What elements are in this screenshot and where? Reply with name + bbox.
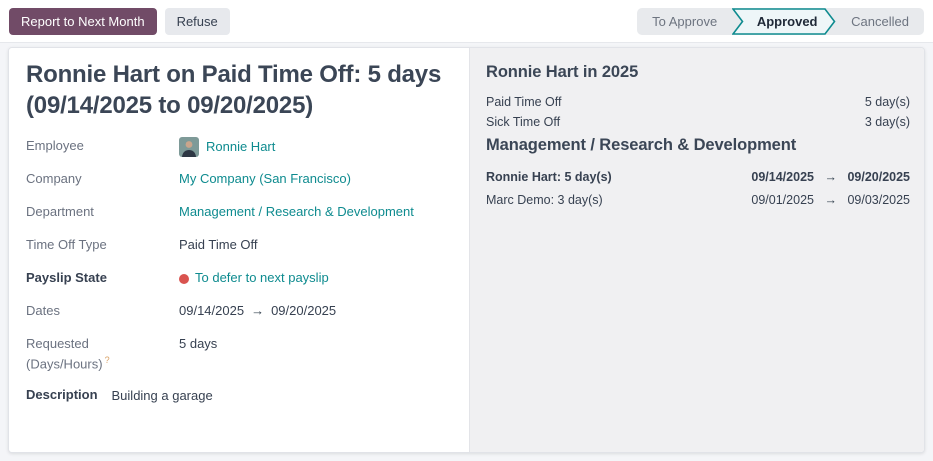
field-row-requested: Requested (Days/Hours)? 5 days [26, 335, 449, 374]
arrow-right-icon: → [251, 302, 264, 321]
employee-label: Employee [26, 137, 179, 156]
employee-link[interactable]: Ronnie Hart [206, 138, 275, 157]
time-off-type-value[interactable]: Paid Time Off [179, 236, 258, 255]
status-step-approved[interactable]: Approved [732, 8, 836, 35]
payslip-state-label: Payslip State [26, 269, 179, 288]
department-link[interactable]: Management / Research & Development [179, 203, 414, 222]
arrow-right-icon: → [824, 170, 837, 184]
allocation-value: 3 day(s) [865, 113, 910, 131]
field-row-time-off-type: Time Off Type Paid Time Off [26, 236, 449, 256]
entry-date-from: 09/01/2025 [751, 193, 814, 207]
entry-dates: 09/01/2025 → 09/03/2025 [751, 191, 910, 209]
entry-label: Ronnie Hart: 5 day(s) [486, 168, 612, 186]
statusbar: To Approve Approved Cancelled [637, 8, 924, 35]
arrow-right-icon: → [824, 193, 837, 207]
page-title: Ronnie Hart on Paid Time Off: 5 days (09… [26, 59, 449, 121]
department-entry-row: Marc Demo: 3 day(s) 09/01/2025 → 09/03/2… [486, 191, 910, 209]
field-row-company: Company My Company (San Francisco) [26, 170, 449, 190]
department-entry-row: Ronnie Hart: 5 day(s) 09/14/2025 → 09/20… [486, 168, 910, 186]
field-row-description: Description Building a garage [26, 387, 449, 407]
entry-dates: 09/14/2025 → 09/20/2025 [751, 168, 910, 186]
status-approved-label: Approved [757, 14, 818, 29]
company-label: Company [26, 170, 179, 189]
summary-title: Ronnie Hart in 2025 [486, 63, 910, 82]
description-label: Description [26, 387, 98, 402]
allocation-label: Paid Time Off [486, 93, 562, 111]
employee-avatar[interactable] [179, 137, 199, 157]
payslip-state-value[interactable]: To defer to next payslip [179, 269, 329, 288]
summary-panel: Ronnie Hart in 2025 Paid Time Off 5 day(… [469, 48, 924, 452]
status-step-cancelled[interactable]: Cancelled [836, 8, 924, 35]
status-dot-icon [179, 274, 189, 284]
requested-label-text: Requested (Days/Hours) [26, 336, 103, 371]
date-to[interactable]: 09/20/2025 [271, 302, 336, 321]
entry-date-to: 09/03/2025 [847, 193, 910, 207]
field-row-dates: Dates 09/14/2025 → 09/20/2025 [26, 302, 449, 322]
entry-date-from: 09/14/2025 [751, 170, 814, 184]
date-from[interactable]: 09/14/2025 [179, 302, 244, 321]
field-row-department: Department Management / Research & Devel… [26, 203, 449, 223]
entry-date-to: 09/20/2025 [847, 170, 910, 184]
dates-value[interactable]: 09/14/2025 → 09/20/2025 [179, 302, 336, 321]
field-row-payslip-state: Payslip State To defer to next payslip [26, 269, 449, 289]
dates-label: Dates [26, 302, 179, 321]
entry-label: Marc Demo: 3 day(s) [486, 191, 603, 209]
form-panel: Ronnie Hart on Paid Time Off: 5 days (09… [9, 48, 469, 452]
requested-value[interactable]: 5 days [179, 335, 217, 354]
requested-label: Requested (Days/Hours)? [26, 335, 136, 374]
allocation-row: Sick Time Off 3 day(s) [486, 113, 910, 131]
payslip-state-text: To defer to next payslip [195, 269, 329, 288]
allocation-label: Sick Time Off [486, 113, 560, 131]
field-row-employee: Employee Ronnie Hart [26, 137, 449, 157]
record-card: Ronnie Hart on Paid Time Off: 5 days (09… [8, 47, 925, 453]
refuse-button[interactable]: Refuse [165, 8, 230, 35]
department-label: Department [26, 203, 179, 222]
help-tooltip-icon: ? [105, 355, 110, 365]
time-off-type-label: Time Off Type [26, 236, 179, 255]
action-buttons: Report to Next Month Refuse [9, 8, 230, 35]
description-value[interactable]: Building a garage [112, 387, 213, 406]
company-link[interactable]: My Company (San Francisco) [179, 170, 351, 189]
top-control-bar: Report to Next Month Refuse To Approve A… [0, 0, 933, 43]
department-title: Management / Research & Development [486, 136, 910, 155]
allocation-row: Paid Time Off 5 day(s) [486, 93, 910, 111]
status-step-to-approve[interactable]: To Approve [637, 8, 732, 35]
avatar-photo-icon [179, 137, 199, 157]
allocation-value: 5 day(s) [865, 93, 910, 111]
report-to-next-month-button[interactable]: Report to Next Month [9, 8, 157, 35]
